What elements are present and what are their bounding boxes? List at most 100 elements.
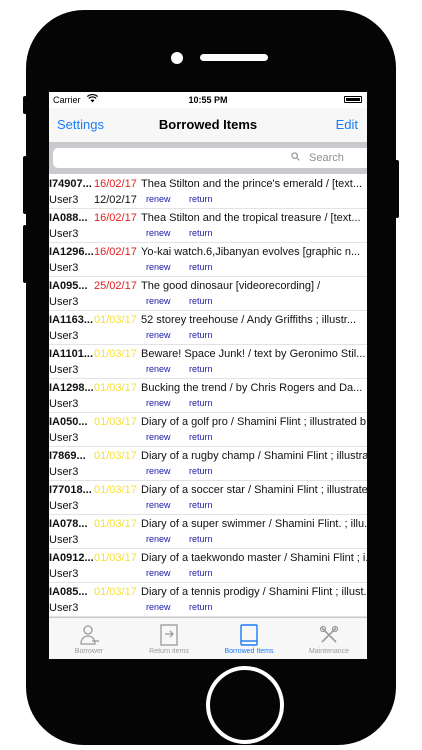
item-borrower: User3 — [49, 228, 79, 240]
item-borrower: User3 — [49, 364, 79, 376]
return-button[interactable]: return — [189, 228, 213, 238]
list-item[interactable]: IA088... 16/02/17 Thea Stilton and the tro… — [49, 209, 367, 243]
renew-button[interactable]: renew — [146, 262, 171, 272]
mute-switch — [23, 96, 27, 114]
list-item[interactable]: IA1296... 16/02/17 Yo-kai watch.6,Jibanyan… — [49, 243, 367, 277]
home-button[interactable] — [206, 666, 284, 744]
return-button[interactable]: return — [189, 466, 213, 476]
return-button[interactable]: return — [189, 296, 213, 306]
item-barcode: IA085... — [49, 586, 88, 598]
tab-borrower[interactable]: Borrower — [49, 618, 129, 659]
item-barcode: IA1298... — [49, 382, 93, 394]
list-item[interactable]: I74907... 16/02/17 Thea Stilton and the pr… — [49, 175, 367, 209]
return-button[interactable]: return — [189, 500, 213, 510]
item-title: Diary of a rugby champ / Shamini Flint ;… — [141, 450, 367, 462]
item-title: Diary of a super swimmer / Shamini Flint… — [141, 518, 367, 530]
renew-button[interactable]: renew — [146, 398, 171, 408]
borrower-icon — [77, 623, 101, 647]
item-barcode: IA088... — [49, 212, 88, 224]
page-title: Borrowed Items — [158, 117, 258, 132]
return-button[interactable]: return — [189, 330, 213, 340]
renew-button[interactable]: renew — [146, 228, 171, 238]
item-title: Beware! Space Junk! / text by Geronimo S… — [141, 348, 366, 360]
renew-button[interactable]: renew — [146, 330, 171, 340]
item-title: Diary of a taekwondo master / Shamini Fl… — [141, 552, 367, 564]
renew-button[interactable]: renew — [146, 364, 171, 374]
list-item[interactable]: IA050... 01/03/17 Diary of a golf pro / Sh… — [49, 413, 367, 447]
list-item[interactable]: IA1163... 01/03/17 52 storey treehouse / A… — [49, 311, 367, 345]
tab-bar: Borrower Return items Borrowed Items Mainte… — [49, 617, 367, 659]
item-due-date: 01/03/17 — [94, 416, 137, 428]
item-due-date: 01/03/17 — [94, 552, 137, 564]
return-button[interactable]: return — [189, 602, 213, 612]
search-icon — [291, 152, 300, 161]
navigation-bar: Settings Borrowed Items Edit — [49, 108, 367, 143]
renew-button[interactable]: renew — [146, 534, 171, 544]
item-due-date: 01/03/17 — [94, 518, 137, 530]
renew-button[interactable]: renew — [146, 466, 171, 476]
return-button[interactable]: return — [189, 398, 213, 408]
return-button[interactable]: return — [189, 262, 213, 272]
search-placeholder: Search — [309, 152, 344, 164]
search-input[interactable]: Search — [53, 148, 367, 168]
return-button[interactable]: return — [189, 568, 213, 578]
renew-button[interactable]: renew — [146, 432, 171, 442]
return-button[interactable]: return — [189, 364, 213, 374]
renew-button[interactable]: renew — [146, 194, 171, 204]
return-button[interactable]: return — [189, 194, 213, 204]
renew-button[interactable]: renew — [146, 296, 171, 306]
item-barcode: IA1163... — [49, 314, 93, 326]
item-barcode: IA1101... — [49, 348, 93, 360]
volume-down-button — [23, 225, 27, 283]
item-barcode: IA095... — [49, 280, 88, 292]
book-icon — [237, 623, 261, 647]
item-barcode: I74907... — [49, 178, 92, 190]
list-item[interactable]: IA0912... 01/03/17 Diary of a taekwondo ma… — [49, 549, 367, 583]
item-title: Bucking the trend / by Chris Rogers and … — [141, 382, 363, 394]
list-item[interactable]: I7869... 01/03/17 Diary of a rugby champ /… — [49, 447, 367, 481]
item-borrower: User3 — [49, 262, 79, 274]
tools-icon — [317, 623, 341, 647]
earpiece-speaker — [200, 54, 268, 61]
item-due-date: 25/02/17 — [94, 280, 137, 292]
search-bar: Search — [49, 143, 367, 174]
item-borrower: User3 — [49, 330, 79, 342]
tab-maintenance[interactable]: Maintenance — [289, 618, 367, 659]
item-title: The good dinosaur [videorecording] / — [141, 280, 321, 292]
tab-borrowed-items[interactable]: Borrowed Items — [209, 618, 289, 659]
item-title: Yo-kai watch.6,Jibanyan evolves [graphic… — [141, 246, 361, 258]
return-button[interactable]: return — [189, 432, 213, 442]
tab-label: Maintenance — [308, 648, 350, 655]
item-due-date: 01/03/17 — [94, 314, 137, 326]
borrowed-items-list[interactable]: I74907... 16/02/17 Thea Stilton and the pr… — [49, 175, 367, 617]
list-item[interactable]: IA1101... 01/03/17 Beware! Space Junk! / t… — [49, 345, 367, 379]
item-borrower: User3 — [49, 194, 79, 206]
return-button[interactable]: return — [189, 534, 213, 544]
item-title: Diary of a golf pro / Shamini Flint ; il… — [141, 416, 367, 428]
list-item[interactable]: IA1298... 01/03/17 Bucking the trend / by … — [49, 379, 367, 413]
item-borrower: User3 — [49, 432, 79, 444]
item-title: Diary of a tennis prodigy / Shamini Flin… — [141, 586, 367, 598]
battery-icon — [344, 96, 362, 103]
power-button — [395, 160, 399, 218]
item-borrower: User3 — [49, 398, 79, 410]
item-due-date: 16/02/17 — [94, 212, 137, 224]
tab-return-items[interactable]: Return items — [129, 618, 209, 659]
front-camera — [171, 52, 183, 64]
item-due-date: 01/03/17 — [94, 586, 137, 598]
list-item[interactable]: IA095... 25/02/17 The good dinosaur [video… — [49, 277, 367, 311]
item-title: Thea Stilton and the prince's emerald / … — [141, 178, 362, 190]
tab-label: Borrowed Items — [224, 648, 274, 655]
renew-button[interactable]: renew — [146, 500, 171, 510]
list-item[interactable]: I77018... 01/03/17 Diary of a soccer star … — [49, 481, 367, 515]
list-item[interactable]: IA085... 01/03/17 Diary of a tennis prodig… — [49, 583, 367, 617]
item-barcode: IA078... — [49, 518, 88, 530]
list-item[interactable]: IA078... 01/03/17 Diary of a super swimmer… — [49, 515, 367, 549]
renew-button[interactable]: renew — [146, 602, 171, 612]
edit-button[interactable]: Edit — [336, 117, 358, 132]
app-screen: Carrier 10:55 PM Settings Borrowed Items… — [49, 92, 367, 659]
renew-button[interactable]: renew — [146, 568, 171, 578]
return-items-icon — [157, 623, 181, 647]
item-borrower: User3 — [49, 500, 79, 512]
item-borrower: User3 — [49, 602, 79, 614]
